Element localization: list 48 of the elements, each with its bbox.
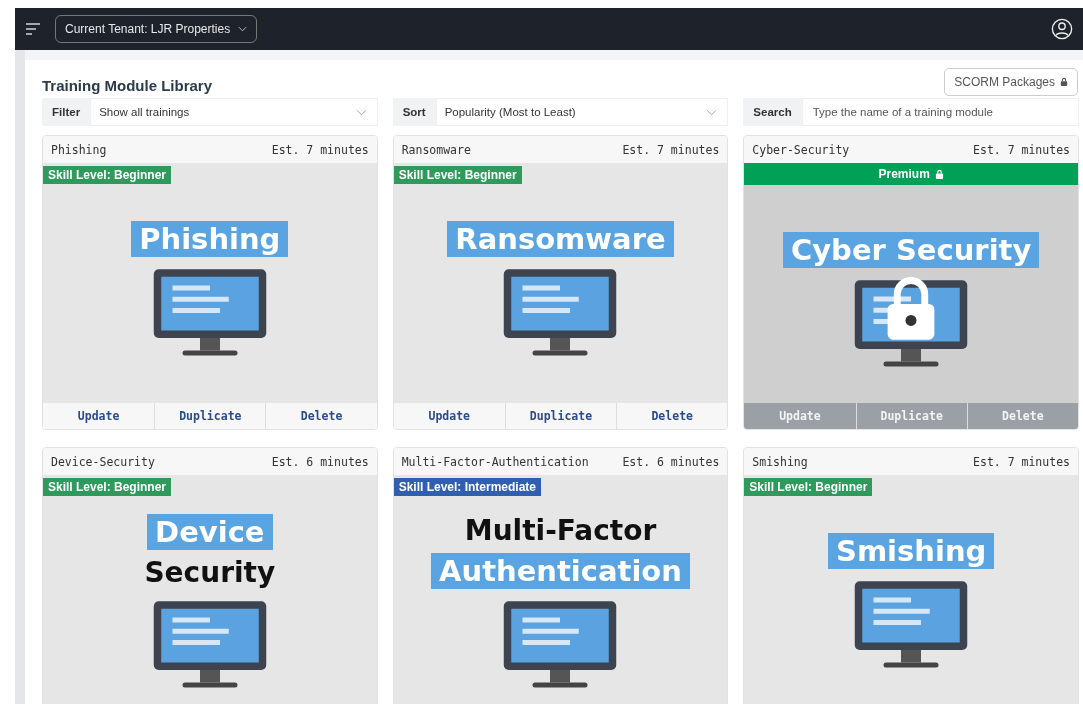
module-title: Multi-Factor-Authentication <box>401 454 589 469</box>
skill-level-badge: Skill Level: Intermediate <box>393 478 542 496</box>
banner-title: Device <box>147 513 273 550</box>
banner-title: Authentication <box>431 552 690 589</box>
module-title: Smishing <box>752 454 808 469</box>
lock-icon <box>1060 77 1068 87</box>
card-action-button[interactable]: Update <box>393 403 505 429</box>
module-title: Cyber-Security <box>752 142 850 157</box>
duration-text: Est. 7 minutes <box>973 454 1070 469</box>
module-title: Ransomware <box>401 142 471 157</box>
select-field[interactable]: Show all trainings <box>90 98 378 126</box>
banner-title: Multi-Factor <box>464 513 657 547</box>
module-title: Device-Security <box>51 454 155 469</box>
banner-title: Ransomware <box>447 221 674 257</box>
skill-level-badge: Skill Level: Beginner <box>43 478 172 496</box>
skill-level-badge: Skill Level: Beginner <box>744 478 873 496</box>
tenant-dropdown[interactable]: Current Tenant: LJR Properties <box>55 15 258 43</box>
scorm-packages-button[interactable]: SCORM Packages <box>944 68 1078 96</box>
chevron-icon <box>355 108 367 116</box>
card-action-button[interactable]: Delete <box>616 403 728 429</box>
duration-text: Est. 7 minutes <box>271 142 369 157</box>
page-title: Training Module Library <box>42 77 213 96</box>
duration-text: Est. 6 minutes <box>622 454 720 469</box>
banner-title: Security <box>144 555 276 589</box>
control-label: Search <box>743 98 802 126</box>
module-title: Phishing <box>51 142 107 157</box>
card-action-button[interactable]: Duplicate <box>504 403 617 429</box>
banner-title: Smishing <box>828 533 995 569</box>
card-action-button[interactable]: Update <box>43 403 155 429</box>
banner-title: Cyber Security <box>782 232 1040 268</box>
duration-text: Est. 6 minutes <box>271 454 369 469</box>
chevron-icon <box>238 26 248 32</box>
lock-icon <box>934 168 944 180</box>
duration-text: Est. 7 minutes <box>622 142 720 157</box>
card-action-button[interactable]: Duplicate <box>154 403 266 429</box>
banner-title: Phishing <box>131 221 289 257</box>
user-avatar-icon[interactable] <box>1051 18 1073 40</box>
control-label: Sort <box>392 98 436 126</box>
menu-icon[interactable] <box>25 23 41 35</box>
duration-text: Est. 7 minutes <box>973 142 1070 157</box>
skill-level-badge: Skill Level: Beginner <box>43 166 172 184</box>
skill-level-badge: Skill Level: Beginner <box>393 166 522 184</box>
search-field[interactable]: Type the name of a training module <box>801 98 1079 126</box>
card-action-button[interactable]: Delete <box>265 403 377 429</box>
chevron-icon <box>706 108 718 116</box>
select-field[interactable]: Popularity (Most to Least) <box>435 98 729 126</box>
premium-banner: Premium <box>744 163 1078 185</box>
control-label: Filter <box>42 98 91 126</box>
